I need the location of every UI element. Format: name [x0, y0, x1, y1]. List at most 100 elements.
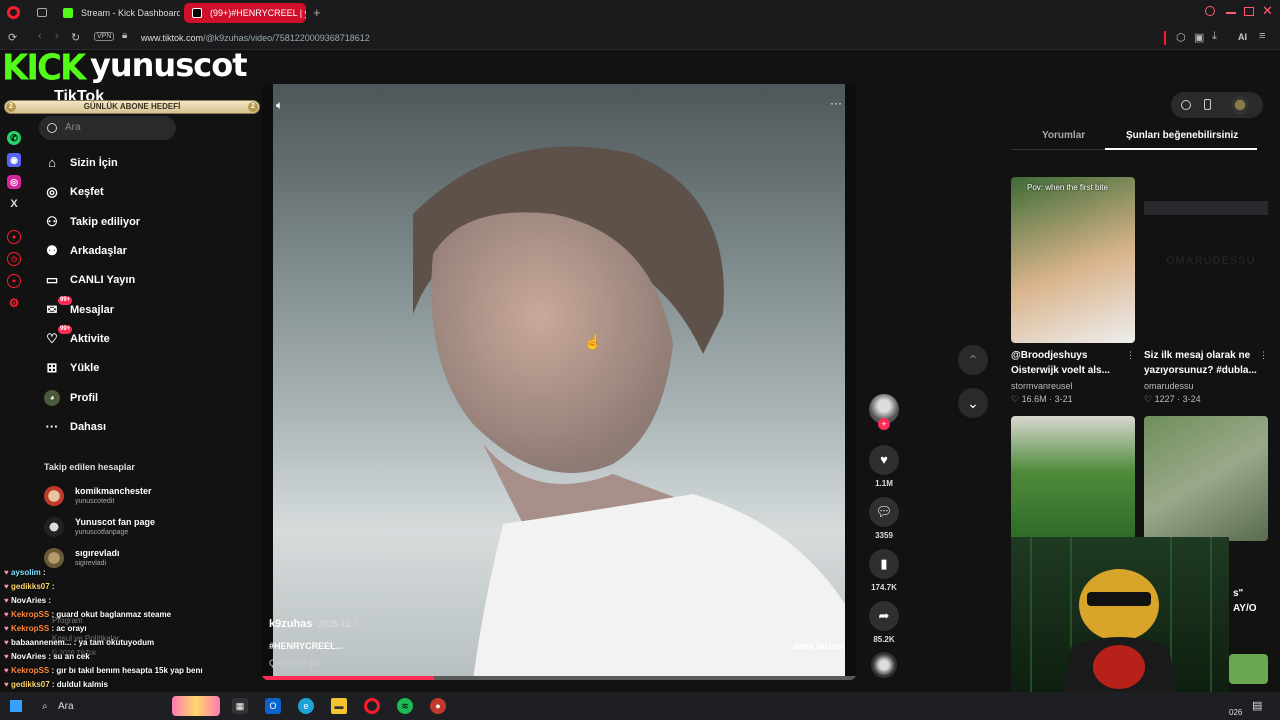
- ai-button[interactable]: AI: [1238, 32, 1247, 42]
- video-title-partial[interactable]: AY/O: [1233, 603, 1257, 614]
- previous-video-button[interactable]: ⌃: [958, 345, 988, 375]
- url-field[interactable]: www.tiktok.com/@k9zuhas/video/7581220009…: [141, 33, 370, 43]
- chat-separator: :: [40, 568, 46, 577]
- video-author[interactable]: omarudessu: [1144, 381, 1194, 391]
- lock-icon: 🔒︎: [122, 30, 128, 41]
- reload-icon[interactable]: ↻: [71, 31, 80, 44]
- activity-icon: ♡: [46, 331, 58, 346]
- comment-button[interactable]: 💬︎ 3359: [868, 497, 900, 540]
- creator-avatar[interactable]: +: [868, 394, 900, 430]
- refresh-side-icon[interactable]: ⟳: [8, 31, 17, 44]
- nav-item-live[interactable]: ▭ CANLI Yayın: [44, 269, 135, 291]
- sound-disc[interactable]: [868, 652, 900, 678]
- nav-label: CANLI Yayın: [70, 274, 136, 286]
- taskbar-search-label: Ara: [58, 701, 74, 712]
- task-view-icon[interactable]: ▦: [232, 698, 248, 714]
- chat-message: ♥ NovAries : su an cek: [4, 652, 90, 661]
- translate-link[interactable]: Çevirisini gör: [269, 658, 321, 668]
- taskbar-search[interactable]: ⌕ Ara: [38, 698, 178, 716]
- tab-comments[interactable]: Yorumlar: [1042, 130, 1085, 141]
- nav-item-more[interactable]: ··· Dahası: [44, 416, 107, 438]
- video-progress-bar[interactable]: [262, 676, 856, 680]
- video-thumbnail[interactable]: Pov: when the first bite: [1011, 177, 1135, 343]
- forward-icon[interactable]: ›: [55, 30, 59, 42]
- opera-icon[interactable]: [364, 698, 380, 714]
- share-button[interactable]: ➦ 85.2K: [868, 601, 900, 644]
- close-window-button[interactable]: ✕: [1262, 3, 1273, 19]
- new-tab-button[interactable]: +: [313, 5, 321, 20]
- nav-item-following[interactable]: ⚇ Takip ediliyor: [44, 211, 140, 233]
- video-player[interactable]: 🔈︎ ··· ☝ k9zuhas· 2025-12-7 #HENRYCREEL.…: [262, 84, 856, 680]
- video-caption[interactable]: #HENRYCREEL...: [269, 641, 343, 651]
- nav-item-explore[interactable]: ◎ Keşfet: [44, 181, 103, 203]
- search-input[interactable]: Ara: [39, 116, 176, 140]
- minimize-button[interactable]: [1226, 12, 1236, 14]
- video-thumbnail[interactable]: [1144, 416, 1268, 541]
- settings-icon[interactable]: ⚙: [7, 296, 21, 310]
- windows-start-icon[interactable]: [10, 700, 22, 712]
- search-tabs-icon[interactable]: [1205, 6, 1215, 16]
- pin-icon[interactable]: ⌖: [7, 274, 21, 288]
- whatsapp-icon[interactable]: ✆: [7, 131, 21, 145]
- mute-icon[interactable]: 🔈︎: [276, 98, 283, 113]
- video-options-icon[interactable]: ⋮: [1259, 350, 1268, 361]
- discord-icon[interactable]: ◉: [7, 153, 21, 167]
- activity-badge: 99+: [58, 325, 73, 334]
- nav-item-profile[interactable]: ◕ Profil: [44, 387, 98, 409]
- history-icon[interactable]: ◷: [7, 252, 21, 266]
- tab-you-may-like[interactable]: Şunları beğenebilirsiniz: [1126, 130, 1238, 141]
- download-icon[interactable]: ⤓: [1212, 30, 1217, 43]
- menu-icon[interactable]: ≡: [1259, 30, 1265, 42]
- save-button[interactable]: ▮ 174.7K: [868, 549, 900, 592]
- nav-item-friends[interactable]: ⚉ Arkadaşlar: [44, 240, 127, 262]
- video-more-icon[interactable]: ···: [830, 96, 842, 110]
- video-title-line2[interactable]: Oisterwijk voelt als...: [1011, 365, 1110, 376]
- tulip-icon[interactable]: [172, 696, 220, 716]
- nav-item-upload[interactable]: ⊞ Yükle: [44, 357, 100, 379]
- chat-badge-icon: ♥: [4, 652, 11, 661]
- user-avatar[interactable]: [1231, 96, 1249, 114]
- video-thumbnail[interactable]: [1229, 654, 1268, 684]
- nav-item-activity[interactable]: ♡ 99+ Aktivite: [44, 325, 110, 350]
- spotify-icon[interactable]: ≋: [397, 698, 413, 714]
- edge-icon[interactable]: e: [298, 698, 314, 714]
- x-twitter-icon[interactable]: X: [7, 197, 21, 211]
- video-frame[interactable]: [273, 84, 845, 680]
- tab-menu-icon[interactable]: [37, 8, 47, 17]
- video-author[interactable]: stormvanreusel: [1011, 381, 1073, 391]
- video-options-icon[interactable]: ⋮: [1126, 350, 1135, 361]
- chat-text: duldul kalmis: [56, 680, 108, 689]
- clock[interactable]: 026: [1229, 708, 1242, 717]
- snapshot-icon[interactable]: ▣: [1194, 31, 1204, 44]
- app-icon[interactable]: ●: [430, 698, 446, 714]
- file-explorer-icon[interactable]: ▬: [331, 698, 347, 714]
- compass-icon[interactable]: [1181, 100, 1191, 110]
- video-title-line1[interactable]: @Broodjeshuys: [1011, 350, 1087, 361]
- video-thumbnail[interactable]: OMARUDESSU: [1144, 177, 1268, 343]
- maximize-button[interactable]: [1244, 7, 1254, 16]
- author-name: k9zuhas: [269, 618, 313, 630]
- next-video-button[interactable]: ⌄: [958, 388, 988, 418]
- video-title-line2[interactable]: yazıyorsunuz? #dubla...: [1144, 365, 1257, 376]
- opera-logo-icon[interactable]: [7, 6, 20, 19]
- back-icon[interactable]: ‹: [38, 30, 42, 42]
- phone-icon[interactable]: [1204, 99, 1211, 110]
- extensions-icon[interactable]: ⬡: [1176, 31, 1186, 44]
- video-title-line1[interactable]: Siz ilk mesaj olarak ne: [1144, 350, 1250, 361]
- vpn-badge[interactable]: VPN: [94, 32, 115, 41]
- notification-icon[interactable]: ▤: [1252, 699, 1262, 712]
- instagram-icon[interactable]: ◎: [7, 175, 21, 189]
- video-title-partial[interactable]: s": [1233, 588, 1243, 599]
- tab-tiktok-video[interactable]: (99+)#HENRYCREEL | yes: [184, 3, 306, 23]
- video-thumbnail[interactable]: [1011, 416, 1135, 541]
- follow-plus-icon[interactable]: +: [878, 418, 890, 430]
- video-author[interactable]: k9zuhas· 2025-12-7: [269, 618, 359, 630]
- more-link[interactable]: daha fazlası: [793, 641, 844, 651]
- tab-kick-dashboard[interactable]: Stream - Kick Dashboard: [55, 3, 180, 23]
- nav-item-for-you[interactable]: ⌂ Sizin İçin: [44, 152, 118, 174]
- outlook-icon[interactable]: O: [265, 698, 281, 714]
- subscriber-goal-bar: 2 GÜNLÜK ABONE HEDEFİ 2: [4, 100, 260, 114]
- nav-item-messages[interactable]: ✉ 99+ Mesajlar: [44, 296, 114, 321]
- player-icon[interactable]: ●: [7, 230, 21, 244]
- like-button[interactable]: ♥ 1.1M: [868, 445, 900, 488]
